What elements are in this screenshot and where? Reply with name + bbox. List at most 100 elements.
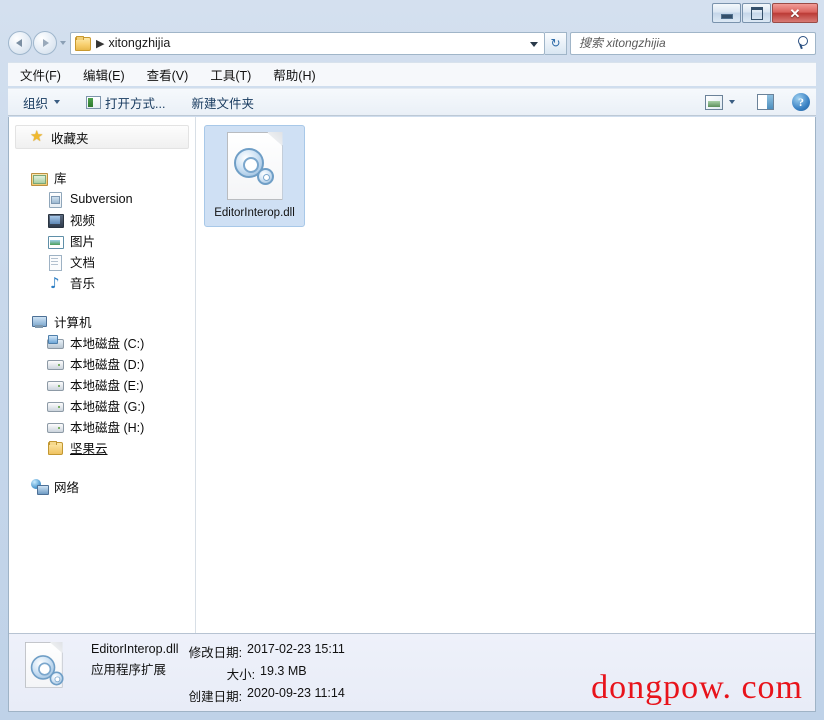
chevron-down-icon[interactable]: [530, 41, 538, 47]
details-size-value: 19.3 MB: [260, 664, 307, 678]
folder-icon: [75, 36, 91, 51]
sidebar-item-label: 本地磁盘 (H:): [70, 421, 145, 435]
network-icon: [31, 478, 49, 495]
breadcrumb-path[interactable]: xitongzhijia: [108, 36, 170, 50]
address-bar[interactable]: ▶ xitongzhijia: [70, 31, 545, 55]
sidebar-item-label: 图片: [70, 235, 96, 249]
sidebar-item-drive-h[interactable]: 本地磁盘 (H:): [9, 416, 195, 437]
new-folder-button[interactable]: 新建文件夹: [188, 91, 257, 114]
sidebar-item-label: 文档: [70, 256, 96, 270]
title-bar: ✕: [0, 0, 824, 28]
sidebar-item-music[interactable]: 音乐: [9, 272, 195, 293]
forward-button[interactable]: [33, 31, 57, 55]
change-view-icon[interactable]: [705, 94, 723, 110]
music-icon: [47, 274, 63, 292]
documents-icon: [47, 254, 63, 271]
drive-icon: [47, 398, 64, 414]
details-modified-label: 修改日期:: [188, 646, 243, 660]
details-file-type: 应用程序扩展: [91, 663, 167, 677]
sidebar-item-label: 本地磁盘 (C:): [70, 337, 145, 351]
menu-item-view[interactable]: 查看(V): [145, 64, 191, 85]
panes: ★ 收藏夹 库 Subversion 视频 图片 文档 ♪ 音乐 计算机 本地磁…: [9, 117, 815, 633]
file-list-pane[interactable]: EditorInterop.dll: [196, 117, 815, 633]
organize-button[interactable]: 组织: [20, 91, 63, 114]
breadcrumb-separator-icon: ▶: [96, 37, 105, 50]
explorer-window: ✕ ▶ xitongzhijia ↻ 文件(F) 编辑(E) 查看(V) 工具(…: [0, 0, 824, 720]
details-right-column: 修改日期: 2017-02-23 15:11 大小: 19.3 MB 创建日期:…: [189, 642, 345, 705]
close-button[interactable]: ✕: [772, 3, 818, 23]
dll-file-icon: [226, 132, 283, 200]
recent-locations-button[interactable]: [57, 31, 68, 55]
sidebar-item-label: 本地磁盘 (E:): [70, 379, 144, 393]
refresh-button[interactable]: ↻: [545, 31, 567, 55]
window-controls: ✕: [712, 3, 818, 23]
search-icon: [797, 36, 811, 50]
drive-icon: [47, 356, 64, 372]
sidebar-item-network[interactable]: 网络: [9, 476, 195, 497]
chevron-down-icon: [59, 41, 66, 45]
file-name-label: EditorInterop.dll: [214, 207, 295, 219]
drive-icon: [47, 419, 64, 435]
pictures-icon: [47, 233, 64, 249]
minimize-button[interactable]: [712, 3, 741, 23]
details-modified-value: 2017-02-23 15:11: [247, 642, 345, 656]
sidebar-item-documents[interactable]: 文档: [9, 251, 195, 272]
sidebar-item-label: 本地磁盘 (G:): [70, 400, 145, 414]
toolbar-right-group: ?: [705, 93, 810, 111]
sidebar-group-computer: 计算机 本地磁盘 (C:) 本地磁盘 (D:) 本地磁盘 (E:) 本地磁盘 (…: [9, 311, 195, 458]
sidebar-item-label: 本地磁盘 (D:): [70, 358, 145, 372]
sidebar-item-drive-c[interactable]: 本地磁盘 (C:): [9, 332, 195, 353]
file-item[interactable]: EditorInterop.dll: [204, 125, 305, 227]
menu-item-file[interactable]: 文件(F): [18, 64, 63, 85]
open-with-label: 打开方式...: [105, 96, 166, 111]
organize-label: 组织: [23, 96, 49, 111]
details-pane: EditorInterop.dll 应用程序扩展 修改日期: 2017-02-2…: [9, 633, 815, 711]
menu-bar: 文件(F) 编辑(E) 查看(V) 工具(T) 帮助(H): [8, 62, 816, 86]
library-icon: [31, 170, 48, 186]
sidebar-item-library[interactable]: 库: [9, 167, 195, 188]
navigation-bar: ▶ xitongzhijia ↻: [8, 30, 816, 56]
sidebar-item-label: 坚果云: [70, 442, 108, 456]
subversion-icon: [47, 191, 63, 208]
sidebar-item-label: 视频: [70, 214, 96, 228]
computer-icon: [31, 314, 47, 330]
back-button[interactable]: [8, 31, 32, 55]
sidebar-item-pictures[interactable]: 图片: [9, 230, 195, 251]
sidebar-section-favorites[interactable]: ★ 收藏夹: [15, 125, 189, 149]
details-file-icon: [25, 642, 77, 704]
menu-item-help[interactable]: 帮助(H): [271, 64, 317, 85]
sidebar-group-network: 网络: [9, 476, 195, 497]
chevron-down-icon[interactable]: [729, 100, 735, 104]
sidebar-item-drive-d[interactable]: 本地磁盘 (D:): [9, 353, 195, 374]
sidebar-item-label: 库: [54, 172, 67, 186]
command-toolbar: 组织 打开方式... 新建文件夹 ?: [8, 88, 816, 116]
sidebar-item-videos[interactable]: 视频: [9, 209, 195, 230]
sidebar-item-drive-e[interactable]: 本地磁盘 (E:): [9, 374, 195, 395]
preview-pane-icon[interactable]: [757, 94, 774, 110]
details-size-label: 大小:: [226, 668, 256, 682]
help-icon[interactable]: ?: [792, 93, 810, 111]
search-box[interactable]: [570, 31, 816, 55]
maximize-button[interactable]: [742, 3, 771, 23]
details-left-column: EditorInterop.dll 应用程序扩展: [91, 642, 179, 678]
menu-item-edit[interactable]: 编辑(E): [81, 64, 127, 85]
sidebar-item-drive-g[interactable]: 本地磁盘 (G:): [9, 395, 195, 416]
chevron-down-icon: [54, 100, 61, 104]
sidebar-item-label: 网络: [54, 481, 80, 495]
explorer-body: ★ 收藏夹 库 Subversion 视频 图片 文档 ♪ 音乐 计算机 本地磁…: [8, 117, 816, 712]
sidebar-item-computer[interactable]: 计算机: [9, 311, 195, 332]
open-with-icon: [86, 95, 102, 109]
watermark-text: dongpow. com: [591, 669, 803, 706]
navigation-pane: ★ 收藏夹 库 Subversion 视频 图片 文档 ♪ 音乐 计算机 本地磁…: [9, 117, 196, 633]
star-icon: ★: [30, 128, 44, 145]
menu-item-tools[interactable]: 工具(T): [208, 64, 253, 85]
video-icon: [47, 212, 64, 228]
drive-icon: [47, 377, 64, 393]
search-input[interactable]: [579, 36, 797, 50]
favorites-label: 收藏夹: [51, 131, 89, 146]
sidebar-item-label: 音乐: [70, 277, 96, 291]
sidebar-item-jianguoyun[interactable]: 坚果云: [9, 437, 195, 458]
open-with-button[interactable]: 打开方式...: [83, 91, 168, 114]
sidebar-item-subversion[interactable]: Subversion: [9, 188, 195, 209]
folder-icon: [47, 440, 63, 456]
